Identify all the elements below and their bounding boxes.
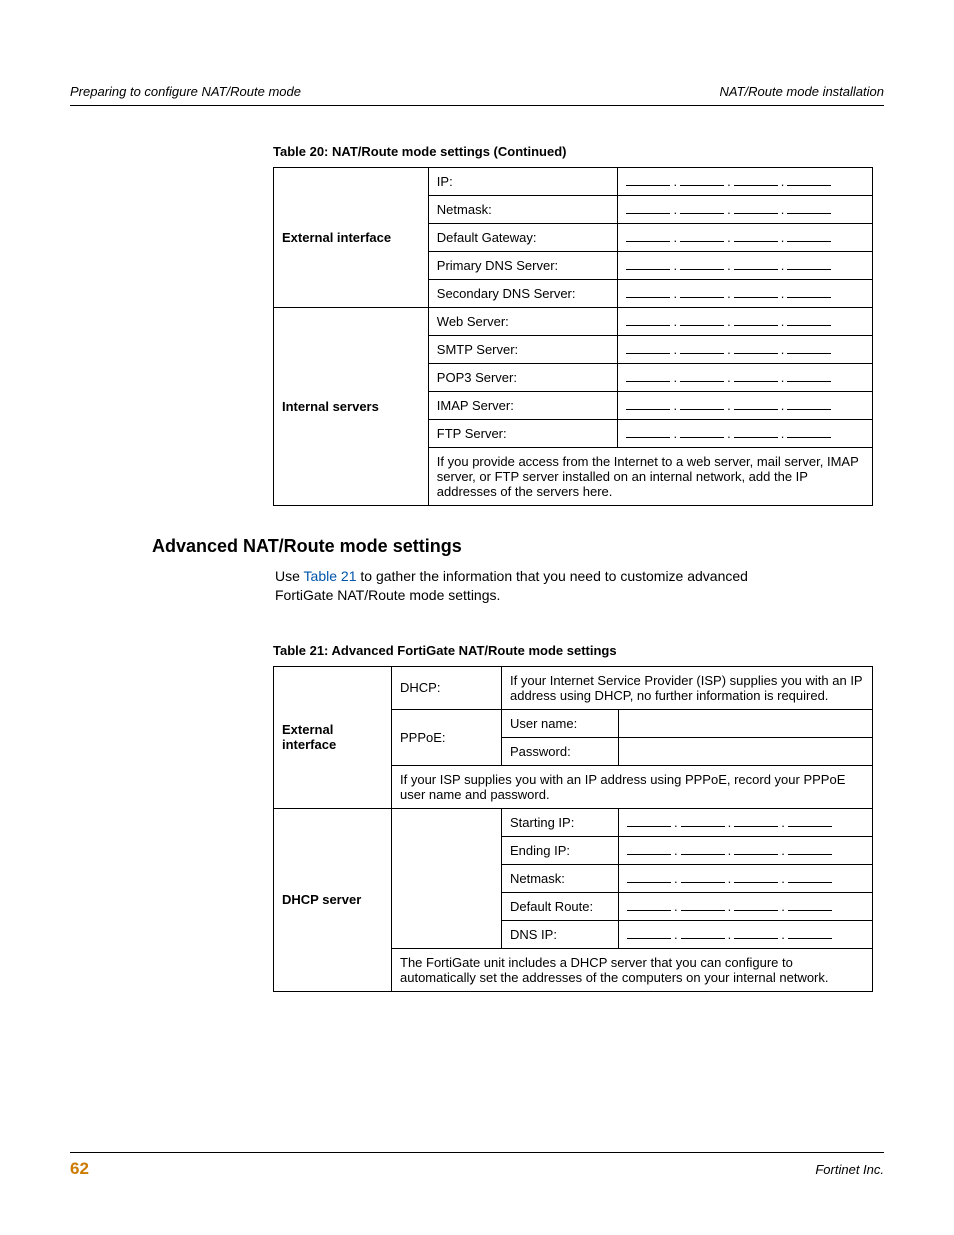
t21-ds-start-label: Starting IP: xyxy=(502,808,619,836)
t20-int-smtp-label: SMTP Server: xyxy=(428,336,618,364)
t20-int-ftp-field[interactable]: ... xyxy=(618,420,873,448)
header-left: Preparing to configure NAT/Route mode xyxy=(70,84,301,99)
t20-ext-pdns-label: Primary DNS Server: xyxy=(428,252,618,280)
t20-int-imap-label: IMAP Server: xyxy=(428,392,618,420)
table21-xref[interactable]: Table 21 xyxy=(304,568,357,584)
t21-ds-route-label: Default Route: xyxy=(502,892,619,920)
t21-ds-dns-field[interactable]: ... xyxy=(619,920,873,948)
t21-pppoe-user-field[interactable] xyxy=(619,709,873,737)
header-right: NAT/Route mode installation xyxy=(719,84,884,99)
t20-ext-gateway-field[interactable]: ... xyxy=(618,224,873,252)
t21-pppoe-pass-field[interactable] xyxy=(619,737,873,765)
table20: External interface IP: ... Netmask: ... … xyxy=(273,167,873,506)
t21-ds-note: The FortiGate unit includes a DHCP serve… xyxy=(392,948,873,991)
t20-int-web-field[interactable]: ... xyxy=(618,308,873,336)
t20-ext-sdns-label: Secondary DNS Server: xyxy=(428,280,618,308)
t20-int-smtp-field[interactable]: ... xyxy=(618,336,873,364)
t21-ds-dns-label: DNS IP: xyxy=(502,920,619,948)
t20-ext-gateway-label: Default Gateway: xyxy=(428,224,618,252)
t20-int-note: If you provide access from the Internet … xyxy=(428,448,872,506)
body-pre: Use xyxy=(275,568,304,584)
t20-int-pop3-label: POP3 Server: xyxy=(428,364,618,392)
t20-ext-sdns-field[interactable]: ... xyxy=(618,280,873,308)
section-heading: Advanced NAT/Route mode settings xyxy=(152,536,884,557)
t21-ds-route-field[interactable]: ... xyxy=(619,892,873,920)
t21-ds-netmask-label: Netmask: xyxy=(502,864,619,892)
t21-pppoe-pass-label: Password: xyxy=(502,737,619,765)
t20-ext-ip-label: IP: xyxy=(428,168,618,196)
t21-pppoe-user-label: User name: xyxy=(502,709,619,737)
t21-ds-start-field[interactable]: ... xyxy=(619,808,873,836)
t20-int-web-label: Web Server: xyxy=(428,308,618,336)
t21-extif-rowhead: External interface xyxy=(274,666,392,808)
table21-caption: Table 21: Advanced FortiGate NAT/Route m… xyxy=(273,643,884,658)
t21-pppoe-note: If your ISP supplies you with an IP addr… xyxy=(392,765,873,808)
t20-int-rowhead: Internal servers xyxy=(274,308,429,506)
t21-ds-end-label: Ending IP: xyxy=(502,836,619,864)
t20-ext-netmask-label: Netmask: xyxy=(428,196,618,224)
t21-ds-end-field[interactable]: ... xyxy=(619,836,873,864)
t21-dhcpserver-rowhead: DHCP server xyxy=(274,808,392,991)
section-body: Use Table 21 to gather the information t… xyxy=(275,567,808,605)
t20-ext-rowhead: External interface xyxy=(274,168,429,308)
table21: External interface DHCP: If your Interne… xyxy=(273,666,873,992)
t20-ext-netmask-field[interactable]: ... xyxy=(618,196,873,224)
t20-int-imap-field[interactable]: ... xyxy=(618,392,873,420)
t20-int-pop3-field[interactable]: ... xyxy=(618,364,873,392)
page-number: 62 xyxy=(70,1159,89,1179)
table20-caption: Table 20: NAT/Route mode settings (Conti… xyxy=(273,144,884,159)
t21-pppoe-label: PPPoE: xyxy=(392,709,502,765)
t20-int-ftp-label: FTP Server: xyxy=(428,420,618,448)
t21-ds-netmask-field[interactable]: ... xyxy=(619,864,873,892)
t20-ext-ip-field[interactable]: ... xyxy=(618,168,873,196)
footer-right: Fortinet Inc. xyxy=(815,1162,884,1177)
t20-ext-pdns-field[interactable]: ... xyxy=(618,252,873,280)
t21-dhcp-label: DHCP: xyxy=(392,666,502,709)
t21-dhcp-text: If your Internet Service Provider (ISP) … xyxy=(502,666,873,709)
t21-ds-empty xyxy=(392,808,502,948)
running-head: Preparing to configure NAT/Route mode NA… xyxy=(70,84,884,106)
page-footer: 62 Fortinet Inc. xyxy=(70,1152,884,1179)
